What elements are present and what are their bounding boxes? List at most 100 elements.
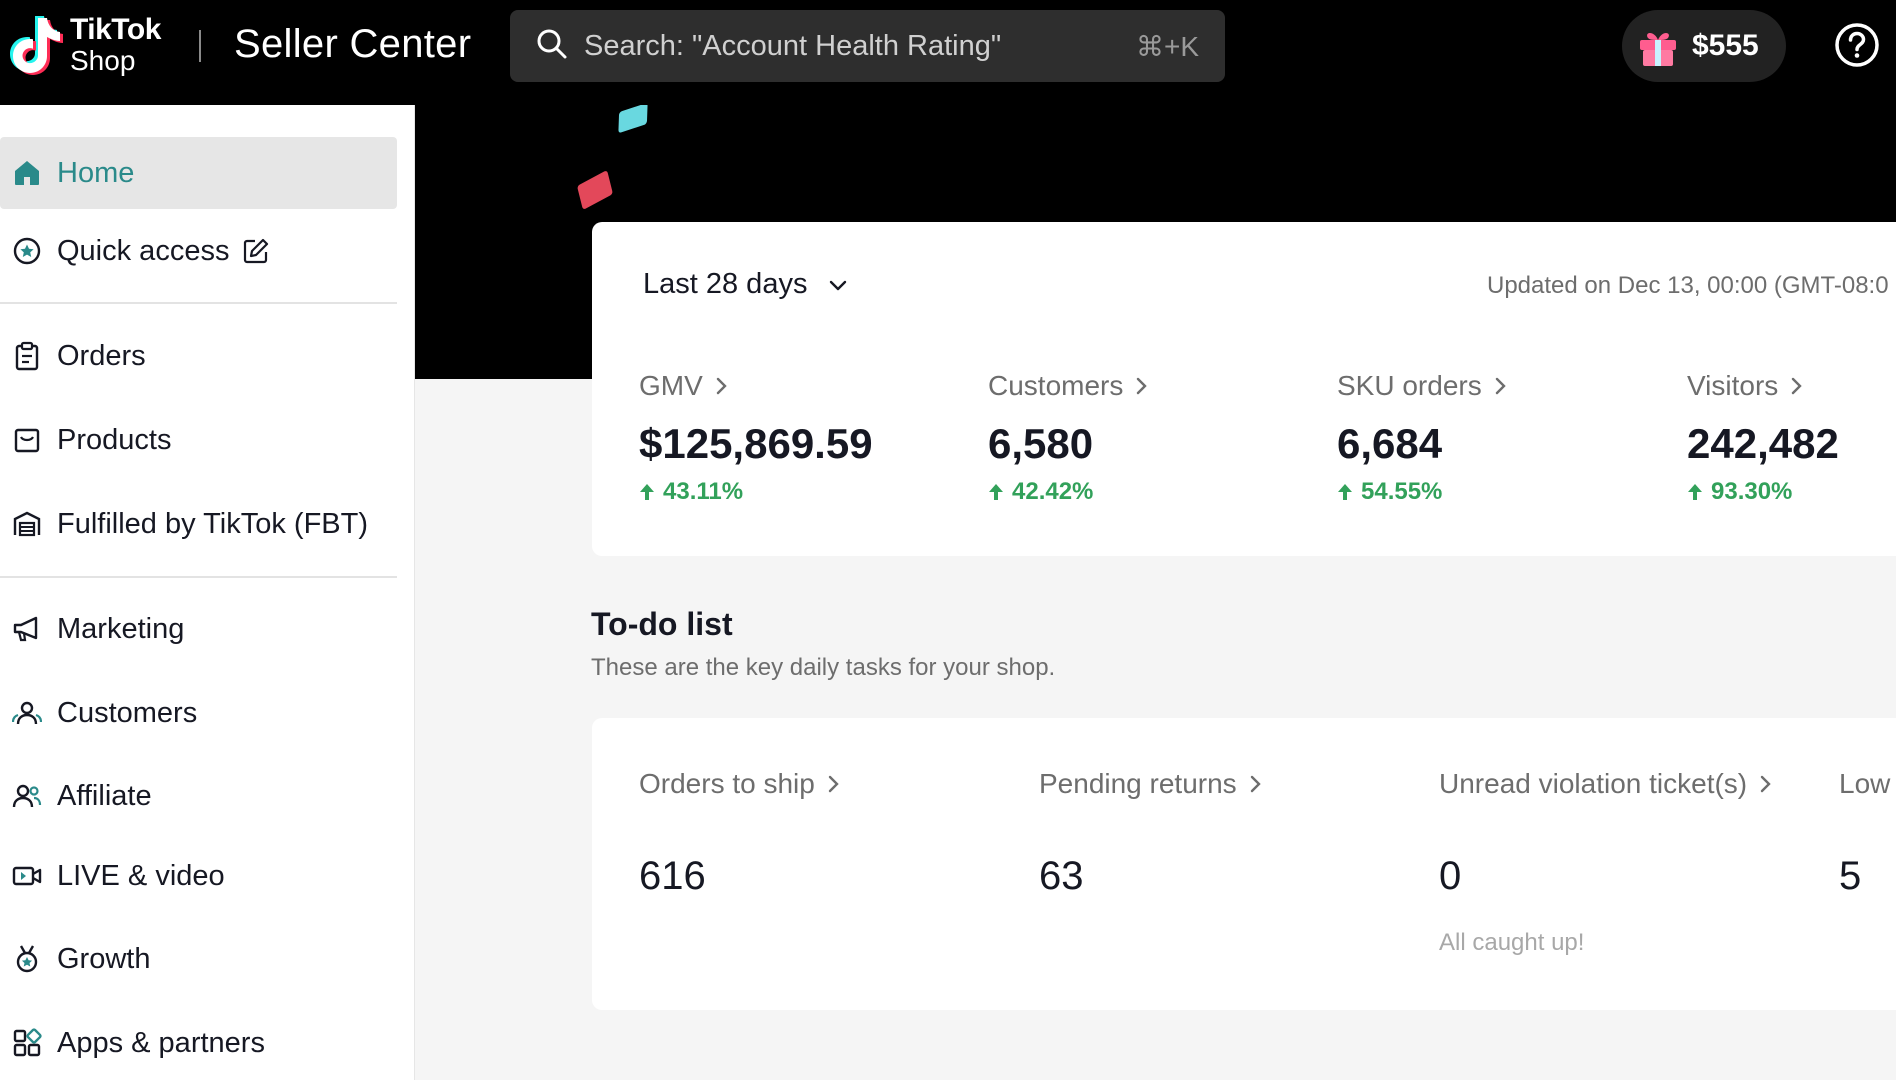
date-range-value: Last 28 days bbox=[643, 268, 808, 300]
metric-change-value: 43.11% bbox=[663, 478, 744, 505]
task-unread-violations: Unread violation ticket(s) 0 All caught … bbox=[1439, 768, 1775, 957]
tiktok-shop-logo[interactable]: TikTok Shop bbox=[8, 12, 161, 78]
metric-change-value: 42.42% bbox=[1012, 478, 1094, 505]
metric-value: 6,684 bbox=[1337, 420, 1443, 467]
arrow-up-icon bbox=[1688, 484, 1702, 500]
reward-amount: $555 bbox=[1692, 29, 1759, 62]
sidebar-item-label: Orders bbox=[57, 339, 146, 372]
logo-line-1: TikTok bbox=[70, 13, 161, 46]
metric-sku-orders: SKU orders 6,684 54.55% bbox=[1337, 370, 1677, 506]
task-link[interactable]: Unread violation ticket(s) bbox=[1439, 768, 1775, 800]
sidebar-item-products[interactable]: Products bbox=[0, 404, 397, 476]
chevron-down-icon bbox=[830, 280, 847, 290]
sidebar-nav: Home Quick access Orders Products Fulfil… bbox=[0, 105, 415, 1080]
sidebar-divider bbox=[0, 302, 397, 304]
metric-label: GMV bbox=[639, 370, 703, 401]
metric-link[interactable]: GMV bbox=[639, 370, 979, 402]
metric-value: 6,580 bbox=[988, 420, 1094, 467]
home-icon bbox=[15, 161, 39, 185]
apps-grid-icon bbox=[13, 1028, 42, 1057]
chevron-right-icon bbox=[1495, 377, 1506, 395]
logo-line-2: Shop bbox=[70, 45, 136, 76]
sidebar-item-label: Fulfilled by TikTok (FBT) bbox=[57, 507, 368, 540]
sidebar-item-marketing[interactable]: Marketing bbox=[0, 593, 397, 665]
search-bar[interactable]: ⌘+K bbox=[510, 10, 1225, 82]
help-circle-icon[interactable] bbox=[1834, 22, 1880, 68]
sidebar-item-quick-access[interactable]: Quick access bbox=[0, 215, 397, 287]
edit-icon[interactable] bbox=[242, 237, 270, 265]
metric-label: Visitors bbox=[1687, 370, 1779, 401]
metric-label: SKU orders bbox=[1337, 370, 1482, 401]
sidebar-item-affiliate[interactable]: Affiliate bbox=[0, 760, 397, 832]
sidebar-item-label: Products bbox=[57, 423, 172, 456]
metric-change-value: 93.30% bbox=[1711, 478, 1793, 505]
sidebar-item-label: LIVE & video bbox=[57, 859, 225, 892]
todo-card: Orders to ship 616 Pending returns 63 Un… bbox=[592, 718, 1896, 1010]
metric-link[interactable]: Customers bbox=[988, 370, 1328, 402]
video-icon bbox=[12, 866, 42, 886]
affiliate-icon bbox=[12, 784, 42, 808]
sidebar-item-home[interactable]: Home bbox=[0, 137, 397, 209]
task-link[interactable]: Pending returns bbox=[1039, 768, 1265, 800]
chevron-right-icon bbox=[1760, 775, 1771, 793]
task-pending-returns: Pending returns 63 bbox=[1039, 768, 1265, 899]
metric-change: 42.42% bbox=[988, 478, 1328, 506]
task-label: Pending returns bbox=[1039, 768, 1237, 799]
confetti-decoration bbox=[576, 170, 614, 210]
top-bar: TikTok Shop Seller Center ⌘+K $555 bbox=[0, 0, 1896, 105]
task-value: 63 bbox=[1039, 854, 1084, 898]
clipboard-icon bbox=[15, 341, 39, 371]
sidebar-divider bbox=[0, 576, 397, 578]
metric-change: 93.30% bbox=[1687, 478, 1896, 506]
date-range-select[interactable]: Last 28 days bbox=[643, 268, 849, 301]
task-orders-to-ship: Orders to ship 616 bbox=[639, 768, 843, 899]
metric-value: 242,482 bbox=[1687, 420, 1839, 467]
box-icon bbox=[14, 428, 40, 453]
task-value: 616 bbox=[639, 854, 706, 898]
todo-subtitle: These are the key daily tasks for your s… bbox=[591, 654, 1056, 681]
sidebar-item-live-video[interactable]: LIVE & video bbox=[0, 840, 397, 912]
metric-customers: Customers 6,580 42.42% bbox=[988, 370, 1328, 506]
task-link[interactable]: Low bbox=[1839, 768, 1890, 800]
metric-gmv: GMV $125,869.59 43.11% bbox=[639, 370, 979, 506]
confetti-decoration bbox=[618, 105, 648, 134]
sidebar-item-label: Quick access bbox=[57, 234, 230, 267]
updated-timestamp: Updated on Dec 13, 00:00 (GMT-08:0 bbox=[1487, 272, 1889, 299]
arrow-up-icon bbox=[1338, 484, 1352, 500]
task-link[interactable]: Orders to ship bbox=[639, 768, 843, 800]
todo-title: To-do list bbox=[591, 606, 733, 642]
task-label: Unread violation ticket(s) bbox=[1439, 768, 1748, 799]
gift-icon bbox=[1640, 33, 1676, 66]
page-title: Seller Center bbox=[234, 22, 472, 66]
sidebar-item-label: Home bbox=[57, 156, 135, 189]
arrow-up-icon bbox=[989, 484, 1003, 500]
megaphone-icon bbox=[13, 616, 38, 642]
medal-icon bbox=[16, 945, 38, 973]
metric-change-value: 54.55% bbox=[1361, 478, 1443, 505]
metric-change: 54.55% bbox=[1337, 478, 1677, 506]
sidebar-item-orders[interactable]: Orders bbox=[0, 320, 397, 392]
task-label: Orders to ship bbox=[639, 768, 815, 799]
search-icon bbox=[537, 29, 567, 59]
sidebar-item-apps-partners[interactable]: Apps & partners bbox=[0, 1007, 397, 1079]
metric-link[interactable]: SKU orders bbox=[1337, 370, 1677, 402]
chevron-right-icon bbox=[1137, 377, 1148, 395]
sidebar-item-customers[interactable]: Customers bbox=[0, 677, 397, 749]
metric-link[interactable]: Visitors bbox=[1687, 370, 1896, 402]
logo-wordmark: TikTok Shop bbox=[70, 15, 161, 75]
task-label: Low bbox=[1839, 768, 1891, 799]
metric-label: Customers bbox=[988, 370, 1124, 401]
sidebar-item-label: Growth bbox=[57, 942, 151, 975]
search-shortcut-hint: ⌘+K bbox=[1135, 31, 1199, 62]
search-input[interactable] bbox=[584, 10, 1104, 82]
stats-card: Last 28 days Updated on Dec 13, 00:00 (G… bbox=[592, 222, 1896, 556]
warehouse-icon bbox=[13, 511, 41, 537]
star-circle-icon bbox=[13, 237, 41, 265]
sidebar-item-fbt[interactable]: Fulfilled by TikTok (FBT) bbox=[0, 488, 397, 560]
sidebar-item-growth[interactable]: Growth bbox=[0, 923, 397, 995]
chevron-right-icon bbox=[716, 377, 727, 395]
sidebar-item-label: Marketing bbox=[57, 612, 185, 645]
chevron-right-icon bbox=[828, 775, 839, 793]
rewards-button[interactable]: $555 bbox=[1622, 10, 1786, 82]
sidebar-item-label: Affiliate bbox=[57, 779, 152, 812]
